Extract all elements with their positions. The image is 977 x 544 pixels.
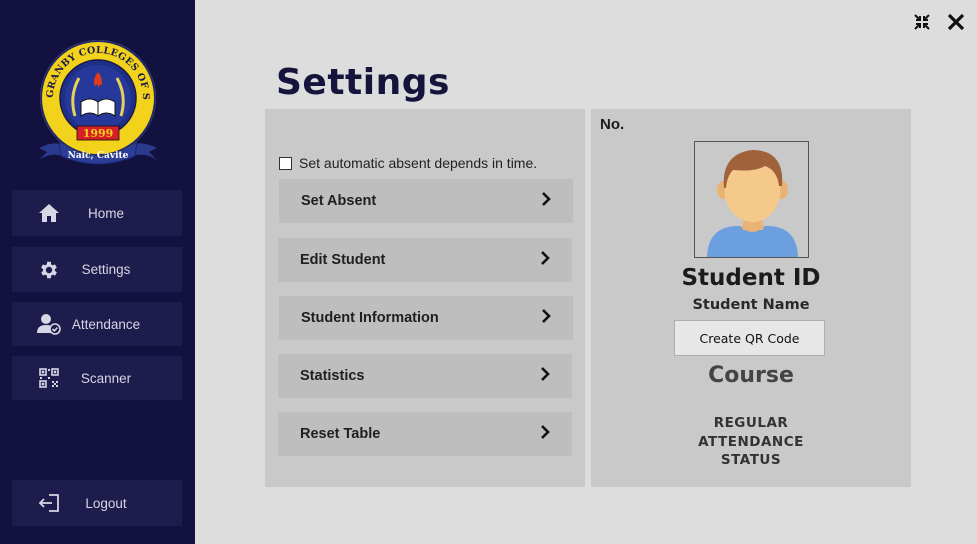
chevron-right-icon: [540, 250, 550, 270]
status-line: ATTENDANCE: [698, 433, 804, 450]
close-icon[interactable]: [944, 10, 968, 34]
logout-label: Logout: [85, 495, 127, 511]
chevron-right-icon: [540, 366, 550, 386]
chevron-right-icon: [541, 191, 551, 211]
sidebar-item-label: Scanner: [80, 370, 132, 386]
option-label: Edit Student: [300, 252, 386, 268]
student-card: No. Student ID Student Name Create QR Co…: [591, 109, 911, 487]
sidebar-item-settings[interactable]: Settings: [12, 247, 182, 292]
sidebar-item-label: Settings: [81, 262, 131, 277]
statistics-button[interactable]: Statistics: [278, 354, 572, 398]
chevron-right-icon: [541, 308, 551, 328]
reset-table-button[interactable]: Reset Table: [278, 412, 572, 456]
create-qr-code-button[interactable]: Create QR Code: [674, 320, 825, 356]
status-line: STATUS: [720, 452, 782, 468]
avatar: [694, 141, 809, 258]
student-id: Student ID: [681, 265, 821, 291]
number-label: No.: [600, 116, 625, 133]
course-label: Course: [708, 363, 794, 388]
attendance-status: REGULAR ATTENDANCE STATUS: [591, 414, 911, 470]
page-title: Settings: [276, 62, 450, 103]
school-logo: GRANBY COLLEGES OF SCIENCE AND TECHNOLOG…: [30, 28, 161, 168]
student-name: Student Name: [692, 297, 810, 313]
sidebar: GRANBY COLLEGES OF SCIENCE AND TECHNOLOG…: [0, 0, 195, 544]
settings-panel: Set automatic absent depends in time. Se…: [265, 109, 585, 487]
option-label: Student Information: [301, 310, 439, 326]
status-line: REGULAR: [713, 415, 789, 431]
auto-absent-row: Set automatic absent depends in time.: [279, 155, 537, 171]
sidebar-item-scanner[interactable]: Scanner: [12, 356, 182, 400]
option-label: Statistics: [300, 368, 365, 384]
set-absent-button[interactable]: Set Absent: [279, 179, 573, 223]
logo-ribbon-text: Naic, Cavite: [68, 151, 129, 161]
sidebar-item-label: Attendance: [71, 316, 141, 332]
sidebar-item-label: Home: [87, 205, 124, 221]
logo-year: 1999: [83, 127, 114, 140]
chevron-right-icon: [540, 424, 550, 444]
auto-absent-checkbox[interactable]: [279, 156, 292, 170]
sidebar-item-attendance[interactable]: Attendance: [12, 302, 182, 346]
sidebar-item-home[interactable]: Home: [12, 190, 182, 236]
logout-button[interactable]: Logout: [12, 480, 182, 526]
option-label: Set Absent: [301, 193, 377, 209]
collapse-icon[interactable]: [910, 10, 934, 34]
student-information-button[interactable]: Student Information: [279, 296, 573, 340]
auto-absent-label: Set automatic absent depends in time.: [299, 155, 538, 171]
option-label: Reset Table: [300, 426, 381, 442]
edit-student-button[interactable]: Edit Student: [278, 238, 572, 282]
